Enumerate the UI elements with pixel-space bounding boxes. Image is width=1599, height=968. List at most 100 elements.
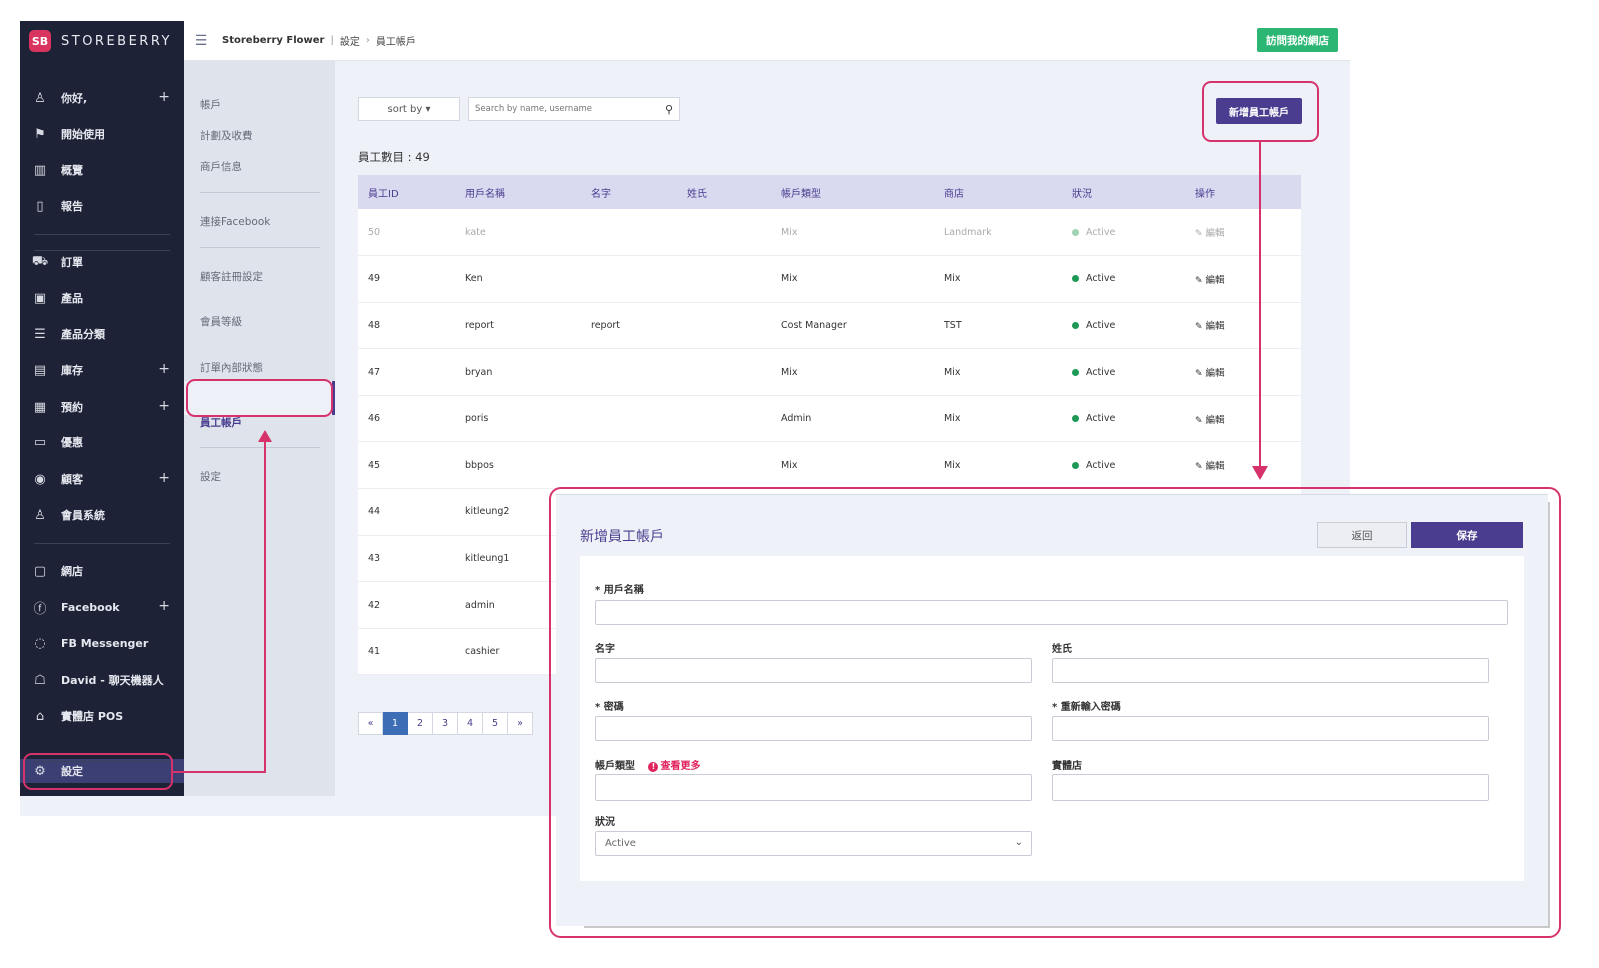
edit-link[interactable]: 編輯 [1206, 321, 1225, 332]
cell-id: 44 [358, 488, 455, 536]
cell-store: Mix [934, 255, 1062, 303]
settings-subnav: 帳戶計劃及收費商戶信息連接Facebook 顧客註冊設定 會員等級訂單內部狀態 員工帳… [184, 61, 335, 796]
page-2[interactable]: 2 [408, 712, 433, 735]
cell-id: 50 [358, 209, 455, 257]
page-4[interactable]: 4 [458, 712, 483, 735]
menu-toggle-icon[interactable]: ☰ [192, 33, 210, 49]
sidebar-item-messenger[interactable]: ◌ FB Messenger [20, 631, 184, 655]
sidebar-item-label: 會員系統 [61, 509, 105, 522]
sidebar-item-coupon[interactable]: ▭ 優惠 [20, 430, 184, 454]
expand-plus-icon[interactable]: + [158, 598, 170, 614]
column-header[interactable]: 用戶名稱 [455, 175, 581, 209]
page-5[interactable]: 5 [483, 712, 508, 735]
messenger-icon: ◌ [34, 635, 46, 651]
cell-id: 49 [358, 255, 455, 303]
subnav-item[interactable]: 商戶信息 [200, 159, 242, 174]
page-3[interactable]: 3 [433, 712, 458, 735]
status-dot-icon [1072, 321, 1079, 329]
breadcrumb-settings[interactable]: 設定 [340, 33, 360, 48]
cell-type: Admin [771, 395, 934, 443]
column-header[interactable]: 商店 [934, 175, 1062, 209]
subnav-item[interactable]: 設定 [200, 469, 221, 484]
cell-type: Cost Manager [771, 302, 934, 350]
cell-username: poris [455, 395, 581, 443]
expand-plus-icon[interactable]: + [158, 470, 170, 486]
brand-name: STOREBERRY [61, 33, 172, 49]
search-icon[interactable]: ⚲ [665, 103, 673, 116]
search-input[interactable] [475, 104, 655, 114]
sidebar-item-chatbot[interactable]: ☖ David - 聊天機器人 [20, 668, 184, 692]
edit-link[interactable]: 編輯 [1206, 368, 1225, 379]
sidebar-item-inventory[interactable]: ▤ 庫存 + [20, 358, 184, 382]
column-header[interactable]: 姓氏 [677, 175, 771, 209]
sort-select[interactable]: sort by ▾ [358, 97, 460, 121]
breadcrumb-store[interactable]: Storeberry Flower [222, 35, 324, 46]
expand-plus-icon[interactable]: + [158, 398, 170, 414]
sidebar-item-user[interactable]: ♙ 你好, + [20, 86, 184, 110]
column-header[interactable]: 名字 [581, 175, 677, 209]
sidebar-item-webshop[interactable]: ▢ 網店 [20, 559, 184, 583]
cell-action[interactable]: ✎ 編輯 [1185, 348, 1301, 396]
sidebar-item-label: 開始使用 [61, 128, 105, 141]
brand-logo: SB [29, 30, 51, 52]
cell-type: Mix [771, 255, 934, 303]
cell-store: Mix [934, 348, 1062, 396]
edit-link[interactable]: 編輯 [1206, 228, 1225, 239]
annotation-line [173, 771, 266, 773]
membership-icon: ♙ [34, 507, 46, 523]
cell-action[interactable]: ✎ 編輯 [1185, 441, 1301, 490]
edit-link[interactable]: 編輯 [1206, 415, 1225, 426]
sidebar-item-product[interactable]: ▣ 產品 [20, 286, 184, 310]
sidebar-item-membership[interactable]: ♙ 會員系統 [20, 503, 184, 527]
page-1[interactable]: 1 [383, 712, 408, 735]
search-box: ⚲ [468, 97, 680, 121]
subnav-item[interactable]: 會員等級 [200, 314, 242, 329]
flag-icon: ⚑ [34, 126, 46, 142]
sidebar-item-document[interactable]: ▯ 報告 [20, 194, 184, 218]
cell-action[interactable]: ✎ 編輯 [1185, 395, 1301, 443]
inventory-icon: ▤ [33, 362, 47, 378]
webshop-icon: ▢ [33, 563, 47, 579]
sidebar-item-label: 訂單 [61, 256, 83, 269]
page-prev[interactable]: « [358, 712, 383, 735]
sidebar-item-facebook[interactable]: ⓕ Facebook + [20, 595, 184, 619]
column-header[interactable]: 員工ID [358, 175, 455, 209]
sidebar-item-customer[interactable]: ◉ 顧客 + [20, 467, 184, 491]
expand-plus-icon[interactable]: + [158, 361, 170, 377]
cell-type: Mix [771, 348, 934, 396]
expand-plus-icon[interactable]: + [158, 89, 170, 105]
sidebar-item-flag[interactable]: ⚑ 開始使用 [20, 122, 184, 146]
cell-first: report [581, 302, 677, 350]
edit-link[interactable]: 編輯 [1206, 461, 1225, 472]
subnav-item[interactable]: 計劃及收費 [200, 128, 253, 143]
subnav-item[interactable]: 連接Facebook [200, 214, 270, 229]
cell-status: Active [1062, 209, 1185, 257]
subnav-item[interactable]: 帳戶 [200, 97, 221, 112]
visit-store-button[interactable]: 訪問我的網店 [1257, 28, 1338, 52]
sidebar-item-list[interactable]: ☰ 產品分類 [20, 322, 184, 346]
sidebar-item-calendar[interactable]: ▦ 預約 + [20, 395, 184, 419]
subnav-item[interactable]: 員工帳戶 [200, 415, 242, 430]
sidebar-item-label: 產品分類 [61, 328, 105, 341]
cell-action[interactable]: ✎ 編輯 [1185, 302, 1301, 350]
subnav-divider [200, 447, 320, 448]
cell-last [677, 395, 771, 443]
status-text: Active [1086, 319, 1116, 331]
column-header[interactable]: 狀況 [1062, 175, 1185, 209]
cell-id: 48 [358, 302, 455, 350]
page-next[interactable]: » [508, 712, 533, 735]
column-header[interactable]: 操作 [1185, 175, 1301, 209]
cell-action[interactable]: ✎ 編輯 [1185, 255, 1301, 303]
column-header[interactable]: 帳戶類型 [771, 175, 934, 209]
sidebar-item-store[interactable]: ⌂ 實體店 POS [20, 704, 184, 728]
sidebar-item-chart[interactable]: ▥ 概覽 [20, 158, 184, 182]
sidebar-item-cart[interactable]: ⛟ 訂單 [20, 250, 184, 274]
pencil-icon: ✎ [1195, 462, 1203, 473]
subnav-item[interactable]: 訂單內部狀態 [200, 360, 263, 375]
cell-last [677, 255, 771, 303]
cell-action[interactable]: ✎ 編輯 [1185, 209, 1301, 257]
cell-id: 47 [358, 348, 455, 396]
subnav-item[interactable]: 顧客註冊設定 [200, 269, 263, 284]
annotation-line [264, 441, 266, 773]
edit-link[interactable]: 編輯 [1206, 275, 1225, 286]
